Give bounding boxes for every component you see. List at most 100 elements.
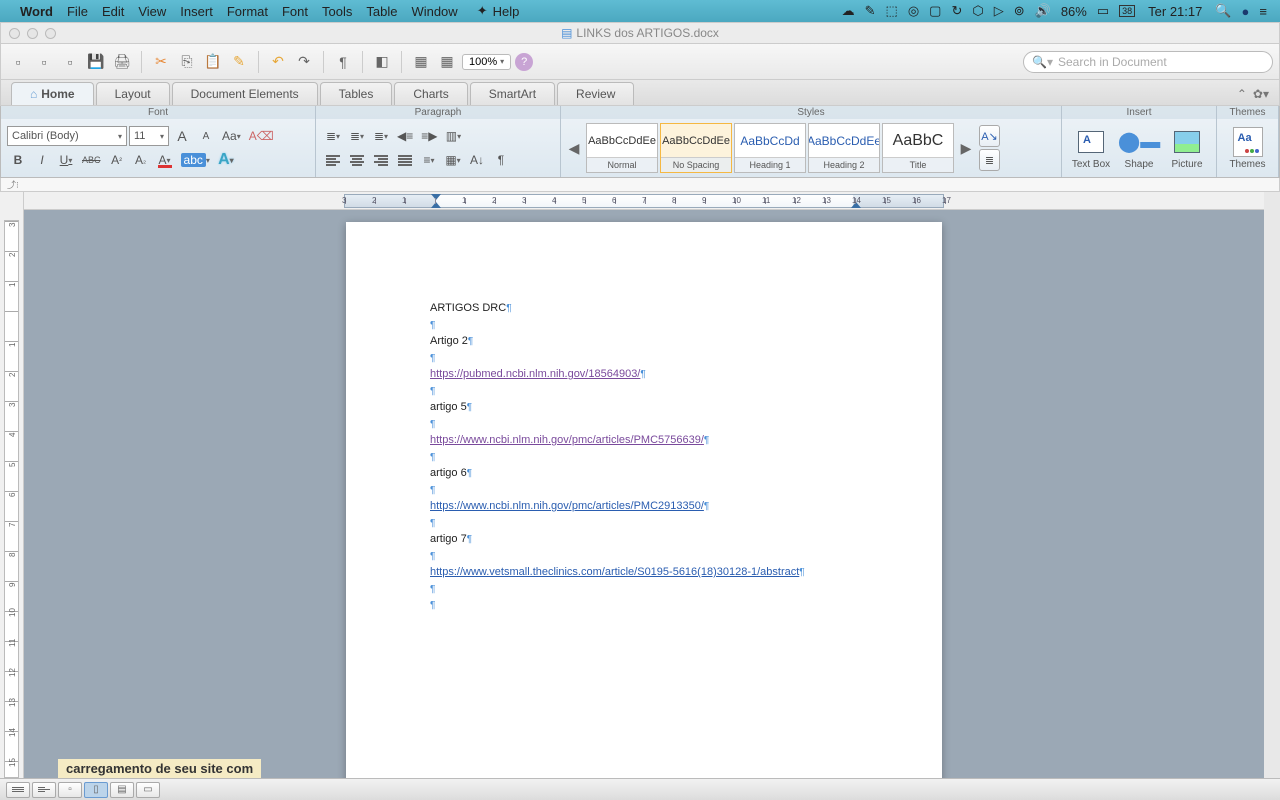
menu-tools[interactable]: Tools <box>322 4 352 19</box>
ribbon-settings-icon[interactable]: ✿▾ <box>1253 87 1269 101</box>
toolbox-button[interactable]: ▦ <box>410 51 432 73</box>
grow-font-button[interactable]: A <box>171 125 193 147</box>
menu-file[interactable]: File <box>67 4 88 19</box>
tab-review[interactable]: Review <box>557 82 634 105</box>
underline-button[interactable]: U▾ <box>55 149 77 171</box>
themes-button[interactable]: Themes <box>1225 125 1271 172</box>
tab-smartart[interactable]: SmartArt <box>470 82 555 105</box>
spotlight-icon[interactable]: 🔍 <box>1215 3 1231 19</box>
justify-button[interactable] <box>394 149 416 171</box>
vertical-ruler[interactable]: 321123456789101112131415 <box>0 192 24 778</box>
close-button[interactable] <box>9 28 20 39</box>
menu-window[interactable]: Window <box>411 4 457 19</box>
doc-line[interactable]: ¶ <box>430 317 858 334</box>
traffic-lights[interactable] <box>9 28 56 39</box>
view-draft-button[interactable] <box>6 782 30 798</box>
textbox-button[interactable]: Text Box <box>1068 125 1114 172</box>
tab-doc-elements[interactable]: Document Elements <box>172 82 318 105</box>
undo-button[interactable]: ↶ <box>267 51 289 73</box>
volume-icon[interactable]: 🔊 <box>1035 3 1051 19</box>
first-line-indent[interactable] <box>431 194 441 200</box>
font-name-select[interactable]: Calibri (Body)▾ <box>7 126 127 146</box>
shape-button[interactable]: ⬤▬Shape <box>1116 125 1162 172</box>
style-heading-2[interactable]: AaBbCcDdEeHeading 2 <box>808 123 880 173</box>
strike-button[interactable]: ABC <box>79 149 104 171</box>
doc-line[interactable]: Artigo 2¶ <box>430 333 858 350</box>
view-notebook-button[interactable]: ▤ <box>110 782 134 798</box>
tab-charts[interactable]: Charts <box>394 82 467 105</box>
clock[interactable]: Ter 21:17 <box>1148 4 1202 19</box>
clear-format-button[interactable]: A⌫ <box>246 125 277 147</box>
doc-line[interactable]: artigo 7¶ <box>430 531 858 548</box>
new-template-button[interactable]: ▫ <box>33 51 55 73</box>
doc-line[interactable]: https://www.vetsmall.theclinics.com/arti… <box>430 564 858 581</box>
tab-tables[interactable]: Tables <box>320 82 393 105</box>
doc-line[interactable]: https://www.ncbi.nlm.nih.gov/pmc/article… <box>430 432 858 449</box>
minimize-button[interactable] <box>27 28 38 39</box>
script-menu-icon[interactable]: ✦ <box>477 3 488 19</box>
menu-format[interactable]: Format <box>227 4 268 19</box>
doc-line[interactable]: ¶ <box>430 383 858 400</box>
view-outline-button[interactable] <box>32 782 56 798</box>
save-button[interactable]: 💾 <box>85 51 107 73</box>
doc-line[interactable]: ¶ <box>430 515 858 532</box>
styles-prev-button[interactable]: ◀ <box>565 140 583 157</box>
style-normal[interactable]: AaBbCcDdEeNormal <box>586 123 658 173</box>
collapse-ribbon-icon[interactable]: ⌃ <box>1237 87 1247 101</box>
doc-line[interactable]: ¶ <box>430 416 858 433</box>
paste-button[interactable]: 📋 <box>202 51 224 73</box>
multilevel-button[interactable]: ≣▾ <box>370 125 392 147</box>
styles-next-button[interactable]: ▶ <box>957 140 975 157</box>
battery-icon[interactable]: ▭ <box>1097 3 1109 19</box>
numbering-button[interactable]: ≣▾ <box>346 125 368 147</box>
text-effects-button[interactable]: A▾ <box>215 149 237 171</box>
superscript-button[interactable]: A² <box>106 149 128 171</box>
italic-button[interactable]: I <box>31 149 53 171</box>
document-page[interactable]: ARTIGOS DRC¶¶Artigo 2¶¶https://pubmed.nc… <box>346 222 942 778</box>
display-icon[interactable]: ▢ <box>929 3 941 19</box>
menu-view[interactable]: View <box>138 4 166 19</box>
change-case-button[interactable]: Aa▾ <box>219 125 244 147</box>
style-heading-1[interactable]: AaBbCcDdHeading 1 <box>734 123 806 173</box>
view-print-button[interactable]: ▯ <box>84 782 108 798</box>
doc-line[interactable]: ARTIGOS DRC¶ <box>430 300 858 317</box>
sync-icon[interactable]: ↻ <box>951 3 962 19</box>
horizontal-ruler[interactable]: 3211234567891011121314151617 <box>24 192 1264 210</box>
shrink-font-button[interactable]: A <box>195 125 217 147</box>
doc-line[interactable]: ¶ <box>430 350 858 367</box>
sort-button[interactable]: A↓ <box>466 149 488 171</box>
menu-font[interactable]: Font <box>282 4 308 19</box>
bullets-button[interactable]: ≣▾ <box>322 125 344 147</box>
zoom-button[interactable] <box>45 28 56 39</box>
play-icon[interactable]: ▷ <box>994 3 1004 19</box>
cut-button[interactable]: ✂ <box>150 51 172 73</box>
line-spacing-button[interactable]: ≡▾ <box>418 149 440 171</box>
styles-list-button[interactable]: ≣ <box>979 149 1000 171</box>
doc-line[interactable]: ¶ <box>430 482 858 499</box>
highlight-button[interactable]: abc▾ <box>178 149 213 171</box>
align-right-button[interactable] <box>370 149 392 171</box>
styles-pane-button[interactable]: A↘ <box>979 125 1000 147</box>
wifi-icon[interactable]: ⊚ <box>1014 3 1025 19</box>
bold-button[interactable]: B <box>7 149 29 171</box>
app-name[interactable]: Word <box>20 4 53 19</box>
align-left-button[interactable] <box>322 149 344 171</box>
zoom-selector[interactable]: 100%▾ <box>462 54 511 70</box>
subscript-button[interactable]: A₂ <box>130 149 152 171</box>
doc-line[interactable]: ¶ <box>430 449 858 466</box>
sidebar-button[interactable]: ◧ <box>371 51 393 73</box>
vertical-scrollbar[interactable] <box>1264 192 1280 778</box>
style-title[interactable]: AaBbCTitle <box>882 123 954 173</box>
pilcrow-button[interactable]: ¶ <box>332 51 354 73</box>
hyperlink[interactable]: https://www.ncbi.nlm.nih.gov/pmc/article… <box>430 500 704 512</box>
doc-line[interactable]: ¶ <box>430 597 858 614</box>
cat-icon[interactable]: ⬚ <box>886 3 898 19</box>
shading-button[interactable]: ▦▾ <box>442 149 464 171</box>
redo-button[interactable]: ↷ <box>293 51 315 73</box>
open-button[interactable]: ▫ <box>59 51 81 73</box>
menu-insert[interactable]: Insert <box>180 4 213 19</box>
evernote-icon[interactable]: ✎ <box>865 3 876 19</box>
notification-icon[interactable]: ≡ <box>1259 4 1267 19</box>
columns-button[interactable]: ▥▾ <box>442 125 464 147</box>
doc-line[interactable]: ¶ <box>430 548 858 565</box>
